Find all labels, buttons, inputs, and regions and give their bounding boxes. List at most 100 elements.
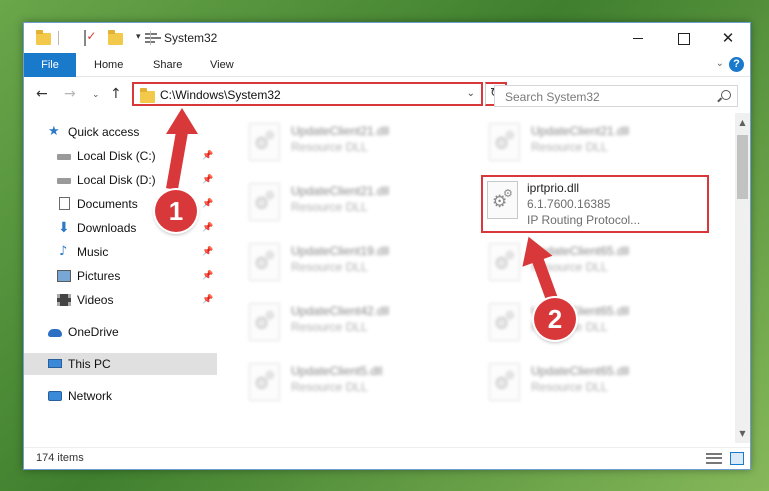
file-item[interactable]: ⚙⚙ UpdateClient65.dll Resource DLL bbox=[481, 355, 709, 409]
sidebar-item-network[interactable]: Network bbox=[24, 385, 217, 407]
dll-file-icon: ⚙ ⚙ bbox=[249, 183, 280, 221]
new-folder-icon[interactable] bbox=[108, 30, 124, 45]
search-icon[interactable] bbox=[721, 90, 731, 100]
pin-icon[interactable]: 📌 bbox=[202, 169, 213, 191]
pin-icon[interactable]: 📌 bbox=[202, 193, 213, 215]
details-view-icon[interactable] bbox=[706, 453, 722, 464]
search-placeholder: Search System32 bbox=[505, 90, 600, 104]
file-explorer-window: ▾ System32 ✕ File Home Share View ⌄ ? ← … bbox=[23, 22, 751, 470]
dll-file-icon: ⚙ ⚙ bbox=[487, 181, 518, 219]
network-icon bbox=[48, 391, 62, 401]
star-icon: ★ bbox=[48, 124, 60, 139]
file-item[interactable]: ⚙ ⚙ UpdateClient19.dll Resource DLL bbox=[241, 235, 469, 289]
tab-share[interactable]: Share bbox=[147, 53, 188, 77]
title-divider bbox=[150, 31, 151, 45]
step-2-badge: 2 bbox=[534, 298, 576, 340]
file-type: Resource DLL bbox=[531, 380, 608, 394]
file-name: UpdateClient42.dll bbox=[291, 304, 390, 318]
step-1-badge: 1 bbox=[155, 190, 197, 232]
file-name: UpdateClient5.dll bbox=[291, 364, 383, 378]
address-dropdown-icon[interactable]: ⌄ bbox=[467, 88, 475, 99]
callout-arrow-1-head bbox=[166, 108, 198, 134]
drive-icon bbox=[57, 154, 71, 160]
dll-file-icon: ⚙ ⚙ bbox=[249, 303, 280, 341]
file-name: UpdateClient21.dll bbox=[531, 124, 630, 138]
computer-icon bbox=[48, 359, 62, 368]
file-type: Resource DLL bbox=[291, 260, 368, 274]
file-description: IP Routing Protocol... bbox=[527, 213, 641, 227]
recent-locations-chevron-icon[interactable]: ⌄ bbox=[92, 90, 100, 100]
file-name: iprtprio.dll bbox=[527, 181, 580, 195]
pin-icon[interactable]: 📌 bbox=[202, 265, 213, 287]
file-type: Resource DLL bbox=[291, 380, 368, 394]
download-icon: ⬇ bbox=[58, 220, 70, 236]
up-arrow-icon[interactable]: ↑ bbox=[110, 86, 122, 102]
cloud-icon bbox=[48, 329, 62, 337]
quick-access-dropdown-icon[interactable]: ▾ bbox=[136, 32, 141, 48]
file-version: 6.1.7600.16385 bbox=[527, 197, 611, 211]
drive-icon bbox=[57, 178, 71, 184]
file-item[interactable]: ⚙ ⚙ UpdateClient5.dll Resource DLL bbox=[241, 355, 469, 409]
minimize-button[interactable] bbox=[615, 23, 661, 53]
file-item[interactable]: ⚙ ⚙ UpdateClient21.dll Resource DLL bbox=[481, 115, 709, 169]
file-type: Resource DLL bbox=[291, 320, 368, 334]
back-arrow-icon[interactable]: ← bbox=[36, 86, 48, 102]
sidebar-item-label: Videos bbox=[77, 293, 114, 307]
sidebar-item-label: OneDrive bbox=[68, 325, 119, 339]
sidebar-item-music[interactable]: ♪ Music 📌 bbox=[24, 241, 217, 263]
address-path[interactable]: C:\Windows\System32 bbox=[160, 88, 281, 102]
documents-icon bbox=[59, 197, 70, 210]
sidebar-item-this-pc[interactable]: This PC bbox=[24, 353, 217, 375]
tab-file[interactable]: File bbox=[24, 53, 76, 77]
videos-icon bbox=[57, 294, 71, 306]
sidebar-item-local-disk-d[interactable]: Local Disk (D:) 📌 bbox=[24, 169, 217, 191]
sidebar-item-pictures[interactable]: Pictures 📌 bbox=[24, 265, 217, 287]
sidebar-item-onedrive[interactable]: OneDrive bbox=[24, 321, 217, 343]
close-button[interactable]: ✕ bbox=[705, 23, 750, 53]
sidebar-item-label: Pictures bbox=[77, 269, 121, 283]
file-item[interactable]: ⚙ ⚙ UpdateClient42.dll Resource DLL bbox=[241, 295, 469, 349]
title-bar: ▾ System32 ✕ bbox=[24, 23, 750, 53]
sidebar-item-label: This PC bbox=[68, 357, 111, 371]
pictures-icon bbox=[57, 270, 71, 282]
properties-check-icon[interactable] bbox=[84, 30, 87, 46]
file-name: UpdateClient19.dll bbox=[291, 244, 390, 258]
sidebar-item-local-disk-c[interactable]: Local Disk (C:) 📌 bbox=[24, 145, 217, 167]
pin-icon[interactable]: 📌 bbox=[202, 289, 213, 311]
scroll-up-arrow-icon[interactable]: ▲ bbox=[735, 115, 750, 130]
sidebar-item-label: Network bbox=[68, 389, 113, 403]
large-icons-view-icon[interactable] bbox=[730, 452, 744, 465]
status-bar: 174 items bbox=[24, 447, 750, 469]
scroll-down-arrow-icon[interactable]: ▼ bbox=[735, 426, 750, 441]
sidebar-item-label: Music bbox=[77, 245, 109, 259]
music-icon: ♪ bbox=[59, 244, 68, 259]
sidebar-item-label: Local Disk (C:) bbox=[77, 149, 156, 163]
help-icon[interactable]: ? bbox=[729, 57, 744, 72]
dll-file-icon: ⚙ ⚙ bbox=[489, 303, 520, 341]
search-input[interactable]: Search System32 bbox=[494, 85, 738, 107]
pin-icon[interactable]: 📌 bbox=[202, 241, 213, 263]
pin-icon[interactable]: 📌 bbox=[202, 145, 213, 167]
address-bar[interactable]: C:\Windows\System32 ⌄ bbox=[132, 82, 483, 106]
maximize-button[interactable] bbox=[660, 23, 706, 53]
file-type: Resource DLL bbox=[291, 200, 368, 214]
pin-icon[interactable]: 📌 bbox=[202, 217, 213, 239]
file-item[interactable]: ⚙⚙ UpdateClient65.dll Resource DLL bbox=[481, 295, 709, 349]
file-item-iprtprio[interactable]: ⚙ ⚙ iprtprio.dll 6.1.7600.16385 IP Routin… bbox=[481, 175, 709, 233]
scrollbar-thumb[interactable] bbox=[737, 135, 748, 199]
sidebar-item-videos[interactable]: Videos 📌 bbox=[24, 289, 217, 311]
file-item[interactable]: ⚙ ⚙ UpdateClient21.dll Resource DLL bbox=[241, 115, 469, 169]
forward-arrow-icon[interactable]: → bbox=[64, 86, 76, 102]
vertical-scrollbar[interactable]: ▲ ▼ bbox=[735, 113, 750, 443]
navigation-bar: ← → ⌄ ↑ C:\Windows\System32 ⌄ ↻ Search S… bbox=[24, 77, 750, 113]
expand-ribbon-chevron-icon[interactable]: ⌄ bbox=[716, 58, 724, 69]
file-item[interactable]: ⚙ ⚙ UpdateClient21.dll Resource DLL bbox=[241, 175, 469, 229]
item-count: 174 items bbox=[36, 452, 84, 464]
file-name: UpdateClient21.dll bbox=[291, 124, 390, 138]
folder-icon bbox=[36, 30, 51, 45]
file-list: ⚙ ⚙ UpdateClient21.dll Resource DLL ⚙ ⚙ Up… bbox=[217, 113, 735, 443]
sidebar-item-label: Downloads bbox=[77, 221, 137, 235]
tab-home[interactable]: Home bbox=[88, 53, 129, 77]
sidebar-item-label: Local Disk (D:) bbox=[77, 173, 156, 187]
tab-view[interactable]: View bbox=[204, 53, 240, 77]
